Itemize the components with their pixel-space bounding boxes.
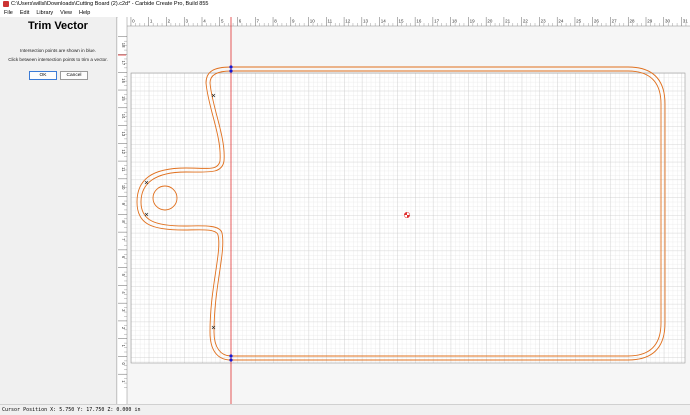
- left-ruler-label: 18: [121, 43, 126, 48]
- design-canvas[interactable]: 0 1 2 3 4 5 6 7 8 9 10 11 12 13 14 15 16 17 18 19 20 21 22 23 24…: [118, 17, 690, 404]
- top-ruler-label: 27: [612, 19, 618, 24]
- top-ruler-label: 12: [345, 19, 351, 24]
- menu-file[interactable]: File: [4, 10, 13, 16]
- hint-line-2: Click between intersection points to tri…: [8, 57, 108, 62]
- top-ruler-label: 24: [558, 19, 564, 24]
- top-ruler-label: 14: [381, 19, 387, 24]
- intersection-point[interactable]: [229, 65, 233, 69]
- intersection-point[interactable]: [229, 69, 233, 73]
- top-ruler-label: 22: [523, 19, 529, 24]
- top-ruler-label: 10: [310, 19, 316, 24]
- cursor-position: Cursor Position X: 5.750 Y: 17.750 Z: 0.…: [2, 407, 141, 413]
- top-ruler-label: 15: [399, 19, 405, 24]
- hint-line-1: Intersection points are shown in blue.: [20, 48, 96, 53]
- intersection-point[interactable]: [229, 354, 233, 358]
- top-ruler-label: 11: [328, 19, 333, 24]
- top-ruler-label: 25: [576, 19, 582, 24]
- menu-library[interactable]: Library: [36, 10, 53, 16]
- top-ruler-label: 19: [470, 19, 476, 24]
- status-bar: Cursor Position X: 5.750 Y: 17.750 Z: 0.…: [0, 404, 690, 414]
- top-ruler-label: 17: [434, 19, 440, 24]
- left-ruler-label: 13: [121, 132, 126, 137]
- top-ruler-label: 29: [647, 19, 653, 24]
- intersection-point[interactable]: [229, 358, 233, 362]
- ok-button[interactable]: OK: [29, 71, 57, 80]
- left-ruler-label: 12: [121, 149, 126, 154]
- left-ruler-label: 17: [121, 61, 126, 66]
- app-icon: [3, 0, 9, 7]
- top-ruler-label: 21: [505, 19, 511, 24]
- canvas-svg[interactable]: 0 1 2 3 4 5 6 7 8 9 10 11 12 13 14 15 16 17 18 19 20 21 22 23 24…: [118, 17, 690, 404]
- menu-edit[interactable]: Edit: [20, 10, 29, 16]
- top-ruler-label: 23: [541, 19, 547, 24]
- top-ruler-label: 30: [665, 19, 671, 24]
- left-ruler-label: 16: [121, 78, 126, 83]
- top-ruler-label: 18: [452, 19, 458, 24]
- top-ruler-label: 26: [594, 19, 600, 24]
- left-ruler-label: 15: [121, 96, 126, 101]
- menu-view[interactable]: View: [60, 10, 72, 16]
- top-ruler-label: 13: [363, 19, 369, 24]
- cancel-button[interactable]: Cancel: [60, 71, 88, 80]
- top-ruler-label: 31: [683, 19, 689, 24]
- trim-vector-panel: Trim Vector Intersection points are show…: [0, 17, 117, 404]
- top-ruler-label: 28: [629, 19, 635, 24]
- menu-help[interactable]: Help: [79, 10, 90, 16]
- panel-title: Trim Vector: [28, 20, 88, 32]
- left-ruler-label: 11: [121, 167, 126, 172]
- window-title: C:\Users\willsl\Downloads\Cutting Board …: [11, 1, 209, 7]
- left-ruler-label: 14: [121, 114, 126, 119]
- top-ruler-label: 20: [487, 19, 493, 24]
- top-ruler-label: 16: [416, 19, 422, 24]
- title-bar: C:\Users\willsl\Downloads\Cutting Board …: [0, 0, 690, 9]
- center-marker-icon: [404, 212, 410, 218]
- left-ruler-label: 10: [121, 185, 126, 190]
